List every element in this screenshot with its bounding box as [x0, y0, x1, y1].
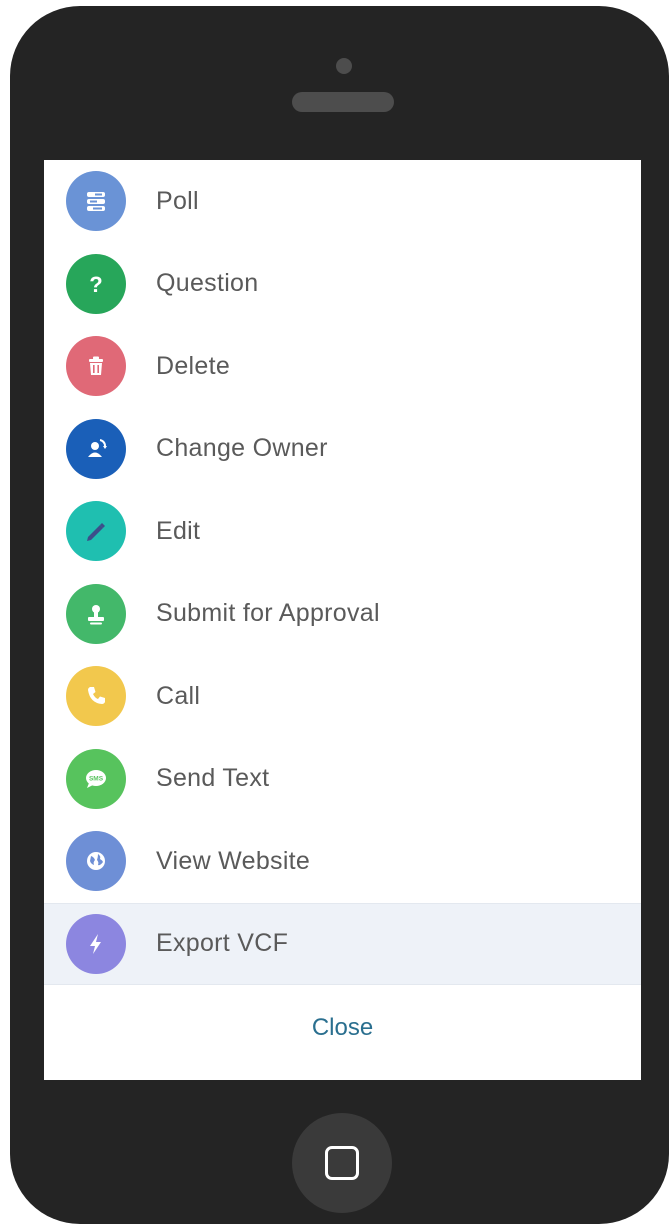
poll-icon [66, 171, 126, 232]
action-label: Delete [156, 351, 231, 380]
action-question[interactable]: ? Question [44, 243, 641, 326]
lightning-icon [66, 913, 126, 974]
svg-text:SMS: SMS [89, 775, 104, 782]
camera-dot [336, 58, 352, 74]
action-label: Edit [156, 516, 201, 545]
approval-stamp-icon [66, 583, 126, 644]
trash-icon [66, 336, 126, 397]
speaker-slot [292, 92, 394, 112]
question-icon: ? [66, 253, 126, 314]
action-label: Change Owner [156, 434, 328, 463]
action-call[interactable]: Call [44, 655, 641, 738]
action-label: Poll [156, 186, 199, 215]
phone-icon [66, 666, 126, 727]
action-change-owner[interactable]: Change Owner [44, 408, 641, 491]
sms-icon: SMS [66, 748, 126, 809]
action-edit[interactable]: Edit [44, 490, 641, 573]
action-label: Call [156, 681, 201, 710]
action-list: Poll ? Question Delete Change Owner Edit… [44, 160, 641, 985]
action-label: Send Text [156, 764, 270, 793]
action-export-vcf[interactable]: Export VCF [44, 902, 641, 985]
home-button[interactable] [292, 1113, 392, 1213]
action-submit-for-approval[interactable]: Submit for Approval [44, 573, 641, 656]
home-square-icon [325, 1146, 359, 1180]
action-send-text[interactable]: SMS Send Text [44, 738, 641, 821]
svg-text:?: ? [89, 272, 102, 297]
action-label: Question [156, 269, 259, 298]
globe-icon [66, 831, 126, 892]
close-area: Close [44, 975, 641, 1080]
change-owner-icon [66, 418, 126, 479]
action-view-website[interactable]: View Website [44, 820, 641, 903]
action-label: Export VCF [156, 929, 289, 958]
action-label: View Website [156, 846, 311, 875]
pencil-icon [66, 501, 126, 562]
action-label: Submit for Approval [156, 599, 380, 628]
close-button[interactable]: Close [296, 1006, 389, 1050]
action-poll[interactable]: Poll [44, 160, 641, 243]
phone-frame: Poll ? Question Delete Change Owner Edit… [10, 6, 669, 1224]
action-delete[interactable]: Delete [44, 325, 641, 408]
action-menu-screen: Poll ? Question Delete Change Owner Edit… [44, 160, 641, 1080]
